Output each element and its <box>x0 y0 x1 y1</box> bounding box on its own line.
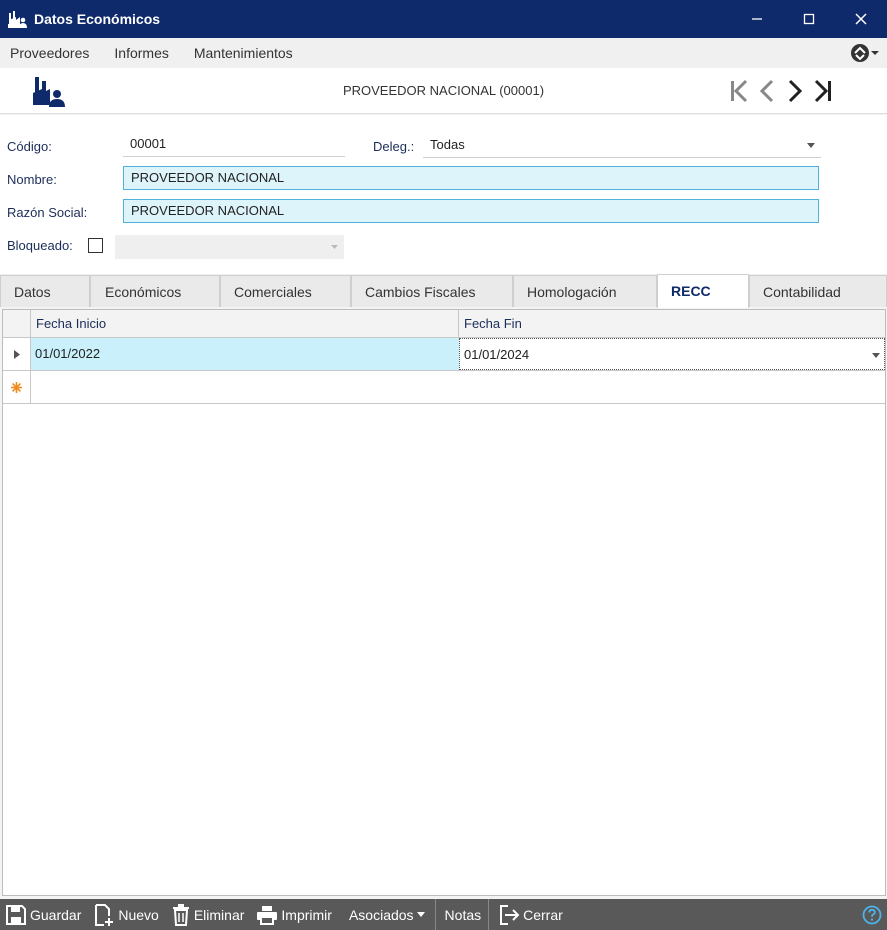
printer-icon <box>257 905 278 925</box>
dropdown-arrow-icon <box>807 143 815 148</box>
eliminar-label: Eliminar <box>193 906 245 923</box>
bloqueo-reason-select <box>115 235 344 259</box>
save-icon <box>6 904 26 925</box>
nuevo-label: Nuevo <box>118 906 159 923</box>
record-header: PROVEEDOR NACIONAL (00001) <box>0 68 887 114</box>
column-header-fecha-inicio[interactable]: Fecha Inicio <box>31 310 459 338</box>
next-record-button[interactable] <box>783 78 807 104</box>
nuevo-button[interactable]: Nuevo <box>88 899 165 930</box>
guardar-button[interactable]: Guardar <box>0 899 88 930</box>
imprimir-label: Imprimir <box>281 906 332 923</box>
imprimir-button[interactable]: Imprimir <box>251 899 339 930</box>
deleg-label: Deleg.: <box>373 139 415 154</box>
nombre-field[interactable]: PROVEEDOR NACIONAL <box>123 166 819 190</box>
previous-record-button[interactable] <box>755 78 779 104</box>
new-row-asterisk-icon <box>11 381 22 393</box>
new-row[interactable] <box>3 371 885 404</box>
bottom-toolbar: Guardar Nuevo Eliminar Imprimir Asociado… <box>0 899 887 930</box>
trash-icon <box>172 903 189 926</box>
cell-fecha-fin-value: 01/01/2024 <box>464 347 530 362</box>
guardar-label: Guardar <box>30 906 82 923</box>
menu-bar: Proveedores Informes Mantenimientos <box>0 38 887 68</box>
grid-corner <box>3 310 31 338</box>
close-button[interactable] <box>835 0 887 38</box>
codigo-field[interactable]: 00001 <box>123 133 345 157</box>
codigo-label: Código: <box>7 139 52 154</box>
record-navigation <box>727 78 835 104</box>
cell-fecha-inicio[interactable]: 01/01/2022 <box>31 338 459 370</box>
first-icon <box>731 79 748 103</box>
help-icon[interactable] <box>862 905 882 925</box>
tab-bar: Datos Económicos Comerciales Cambios Fis… <box>0 274 887 308</box>
title-bar: Datos Económicos <box>0 0 887 38</box>
minimize-button[interactable] <box>731 0 783 38</box>
notas-button[interactable]: Notas <box>436 899 489 930</box>
bloqueado-checkbox[interactable] <box>88 238 103 253</box>
menu-mantenimientos[interactable]: Mantenimientos <box>184 45 303 61</box>
window-title: Datos Económicos <box>34 11 161 27</box>
dropdown-arrow-icon[interactable] <box>872 353 880 358</box>
tab-economicos[interactable]: Económicos <box>90 275 220 307</box>
refresh-options-icon <box>851 44 869 62</box>
maximize-icon <box>803 13 815 25</box>
row-selector[interactable] <box>3 338 31 370</box>
new-document-icon <box>95 903 114 926</box>
tab-cambios-fiscales[interactable]: Cambios Fiscales <box>351 275 513 307</box>
tab-comerciales[interactable]: Comerciales <box>220 275 351 307</box>
chevron-down-icon <box>871 51 879 55</box>
chevron-down-icon <box>416 912 425 917</box>
asociados-button[interactable]: Asociados <box>339 899 435 930</box>
exit-icon <box>500 904 520 925</box>
current-row-arrow-icon <box>13 349 20 359</box>
tab-homologacion[interactable]: Homologación <box>513 275 657 307</box>
maximize-button[interactable] <box>783 0 835 38</box>
chevron-left-icon <box>759 79 774 103</box>
razon-social-field[interactable]: PROVEEDOR NACIONAL <box>123 199 819 223</box>
recc-grid: Fecha Inicio Fecha Fin 01/01/2022 01/01/… <box>2 309 886 896</box>
close-icon <box>855 13 867 25</box>
cerrar-button[interactable]: Cerrar <box>489 899 570 930</box>
menu-proveedores[interactable]: Proveedores <box>0 45 99 61</box>
eliminar-button[interactable]: Eliminar <box>166 899 252 930</box>
razon-social-label: Razón Social: <box>7 205 88 220</box>
tab-datos[interactable]: Datos <box>0 275 90 307</box>
bloqueado-label: Bloqueado: <box>7 238 73 253</box>
menu-informes[interactable]: Informes <box>104 45 178 61</box>
deleg-select[interactable]: Todas <box>423 134 821 158</box>
cerrar-label: Cerrar <box>523 906 563 923</box>
nombre-label: Nombre: <box>7 172 57 187</box>
column-header-fecha-fin[interactable]: Fecha Fin <box>459 310 885 338</box>
grid-header: Fecha Inicio Fecha Fin <box>3 310 885 338</box>
tab-contabilidad[interactable]: Contabilidad <box>749 275 887 307</box>
cell-fecha-fin[interactable]: 01/01/2024 <box>459 338 885 370</box>
options-menu-button[interactable] <box>849 42 879 64</box>
last-icon <box>814 79 831 103</box>
asociados-label: Asociados <box>348 906 414 923</box>
factory-icon <box>8 11 27 28</box>
dropdown-arrow-icon <box>331 245 338 249</box>
first-record-button[interactable] <box>727 78 751 104</box>
tab-recc[interactable]: RECC <box>657 274 749 308</box>
table-row[interactable]: 01/01/2022 01/01/2024 <box>3 338 885 371</box>
new-row-marker <box>3 371 31 403</box>
chevron-right-icon <box>788 79 803 103</box>
deleg-value: Todas <box>430 137 465 152</box>
supplier-form: Código: 00001 Deleg.: Todas Nombre: PROV… <box>0 115 887 275</box>
last-record-button[interactable] <box>811 78 835 104</box>
notas-label: Notas <box>444 906 482 923</box>
minimize-icon <box>752 18 762 20</box>
